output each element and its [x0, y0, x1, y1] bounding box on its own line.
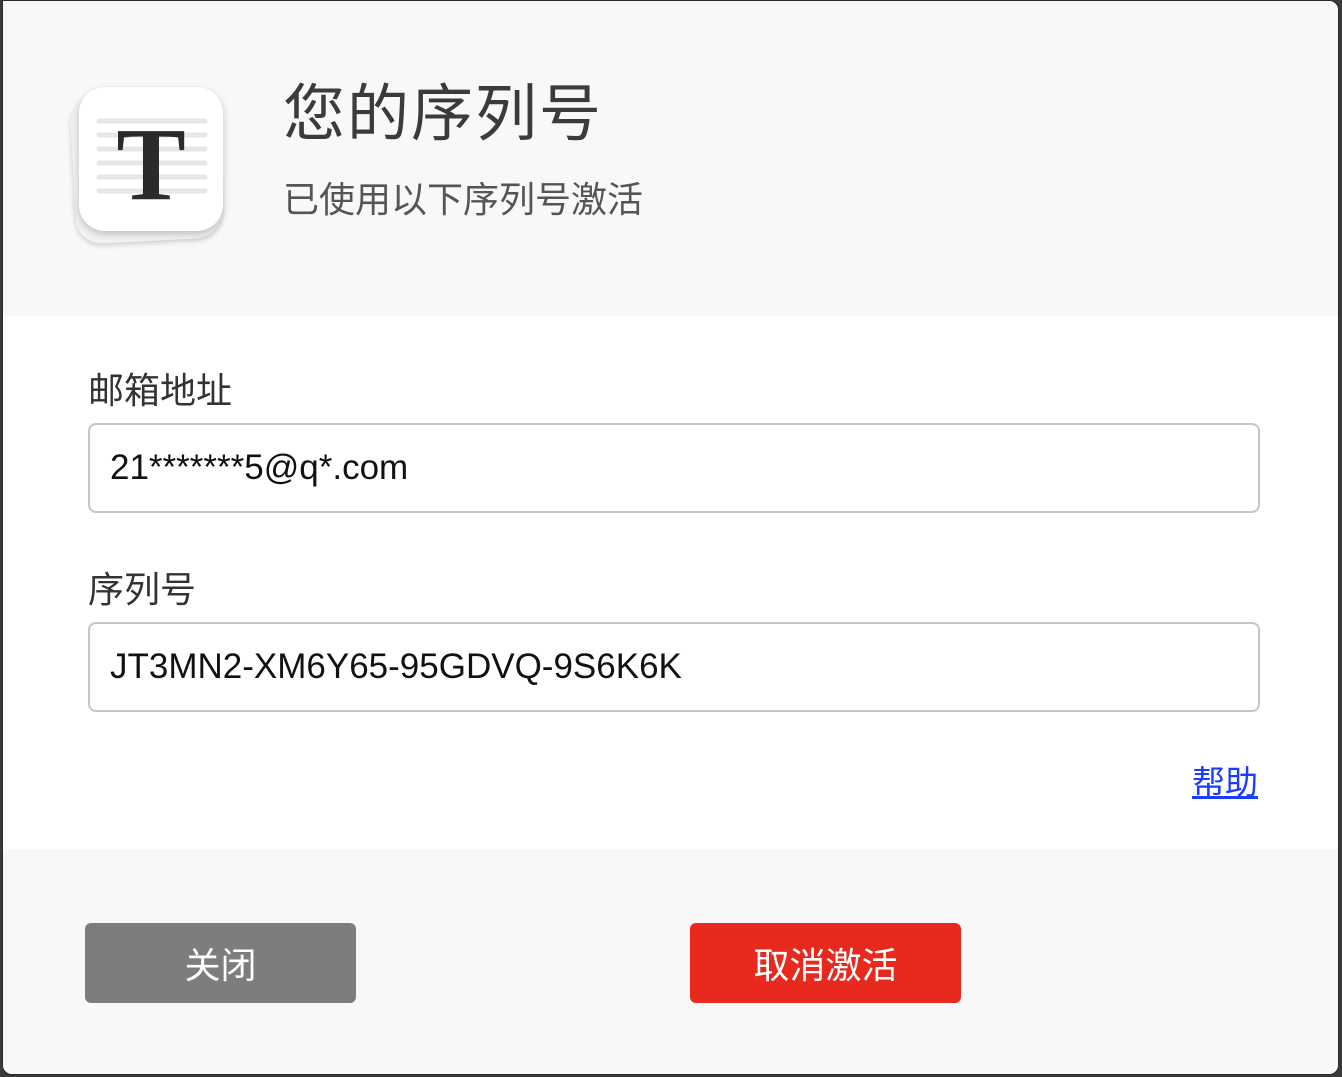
document-t-icon: T [96, 107, 208, 222]
email-label: 邮箱地址 [88, 371, 233, 412]
app-icon-front-page: T [79, 87, 223, 231]
serial-number-field[interactable] [88, 622, 1260, 712]
dialog-title: 您的序列号 [283, 77, 604, 150]
email-field[interactable] [88, 423, 1260, 513]
dialog-body: 邮箱地址 序列号 帮助 [3, 316, 1338, 849]
dialog-footer: 关闭 取消激活 [3, 849, 1338, 1074]
dialog-subtitle: 已使用以下序列号激活 [283, 180, 644, 221]
serial-label: 序列号 [88, 570, 197, 611]
close-button[interactable]: 关闭 [85, 923, 356, 1003]
help-link[interactable]: 帮助 [1192, 756, 1258, 804]
typora-app-icon: T [69, 85, 229, 245]
license-dialog: T 您的序列号 已使用以下序列号激活 邮箱地址 序列号 帮助 关闭 取消激活 [2, 0, 1339, 1075]
deactivate-button[interactable]: 取消激活 [690, 923, 961, 1003]
dialog-header: T 您的序列号 已使用以下序列号激活 [3, 1, 1338, 316]
svg-text:T: T [116, 107, 185, 222]
